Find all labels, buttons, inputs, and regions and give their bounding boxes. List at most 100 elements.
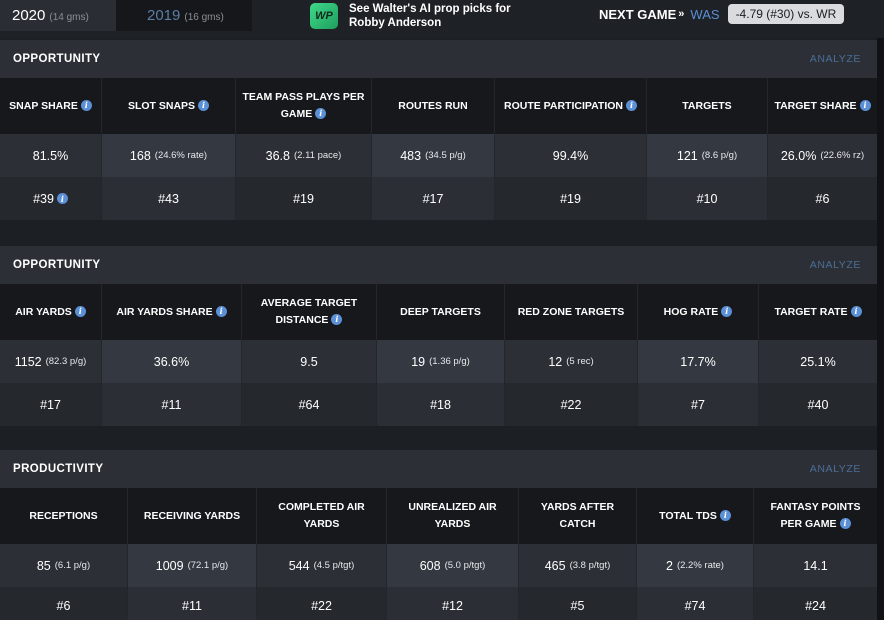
column-header: ROUTE PARTICIPATION i — [495, 78, 647, 134]
info-icon[interactable]: i — [719, 509, 731, 521]
stat-rank: #22 — [257, 587, 387, 620]
stat-rank-text: #6 — [56, 598, 71, 613]
season-tab-2020[interactable]: 2020 (14 gms) — [0, 0, 116, 31]
season-year: 2019 — [147, 7, 181, 24]
stat-subvalue: (2.11 pace) — [293, 150, 342, 161]
season-tab-2019[interactable]: 2019 (16 gms) — [116, 0, 252, 31]
value-row: 1152 (82.3 p/g) 36.6% 9.5 19 (1.36 p/g) 12 (5 r… — [0, 340, 877, 383]
stat-value-text: 25.1% — [800, 354, 836, 369]
column-label-text: TARGET SHARE — [774, 99, 857, 112]
stat-subvalue: (22.6% rz) — [820, 150, 865, 161]
stat-rank: #17 — [372, 177, 495, 220]
rank-row: #39 i #43 #19 #17 #19 #10 #6 — [0, 177, 877, 220]
info-icon[interactable]: i — [721, 305, 733, 317]
stat-rank-text: #24 — [805, 598, 826, 613]
stat-rank: #74 — [637, 587, 754, 620]
section-title: PRODUCTIVITY — [13, 463, 104, 475]
season-tabs: 2020 (14 gms) 2019 (16 gms) — [0, 0, 252, 31]
stat-value-text: 1009 — [155, 558, 184, 573]
column-header: RED ZONE TARGETS — [505, 284, 638, 340]
column-header: RECEIVING YARDS — [128, 488, 257, 544]
stat-value-text: 36.8 — [265, 148, 290, 163]
stat-rank: #7 — [638, 383, 759, 426]
column-label: DEEP TARGETS — [400, 304, 481, 321]
column-header: DEEP TARGETS — [377, 284, 505, 340]
stat-rank: #19 — [495, 177, 647, 220]
info-icon[interactable]: i — [850, 305, 862, 317]
prop-picks-promo[interactable]: WP See Walter's AI prop picks for Robby … — [310, 1, 529, 31]
stat-value: 12 (5 rec) — [505, 340, 638, 383]
info-icon[interactable]: i — [56, 193, 68, 204]
stat-value-text: 12 — [548, 354, 563, 369]
column-label: RECEPTIONS — [29, 508, 97, 525]
next-game-label: NEXT GAME — [599, 6, 677, 22]
stat-subvalue: (6.1 p/g) — [54, 560, 91, 571]
stat-rank-text: #18 — [430, 397, 451, 412]
stat-rank-text: #64 — [298, 397, 320, 412]
column-label: AIR YARDS i — [15, 304, 86, 321]
stat-value-text: 168 — [129, 148, 151, 163]
info-icon[interactable]: i — [859, 99, 871, 111]
analyze-button[interactable]: ANALYZE — [810, 463, 861, 475]
column-label-text: YARDS AFTER CATCH — [540, 501, 615, 530]
info-icon[interactable]: i — [215, 305, 227, 317]
stat-rank: #6 — [0, 587, 128, 620]
analyze-button[interactable]: ANALYZE — [810, 259, 861, 271]
column-label: ROUTE PARTICIPATION i — [504, 98, 637, 115]
stat-rank: #40 — [759, 383, 877, 426]
info-icon[interactable]: i — [331, 314, 343, 325]
column-header: AVERAGE TARGET DISTANCE i — [242, 284, 377, 340]
column-header: TEAM PASS PLAYS PER GAME i — [236, 78, 372, 134]
column-label-text: TARGET RATE — [774, 305, 848, 318]
info-icon[interactable]: i — [198, 99, 210, 111]
stat-rank: #64 — [242, 383, 377, 426]
column-header-row: SNAP SHARE i SLOT SNAPS i TEAM PASS PLAYS PE… — [0, 78, 877, 134]
column-label-text: RECEIVING YARDS — [143, 509, 241, 522]
stat-subvalue: (4.5 p/tgt) — [313, 560, 355, 571]
stat-value-text: 17.7% — [680, 354, 716, 369]
column-header: TOTAL TDS i — [637, 488, 754, 544]
stat-subvalue: (1.36 p/g) — [429, 356, 470, 367]
stat-rank: #17 — [0, 383, 102, 426]
stat-value: 9.5 — [242, 340, 377, 383]
column-label: RED ZONE TARGETS — [518, 304, 625, 321]
analyze-button[interactable]: ANALYZE — [810, 53, 861, 65]
stat-value: 81.5% — [0, 134, 102, 177]
next-game-team-link[interactable]: WAS — [690, 7, 719, 22]
column-header: FANTASY POINTS PER GAME i — [754, 488, 877, 544]
stat-subvalue: (82.3 p/g) — [45, 356, 87, 367]
stat-rank-text: #22 — [311, 598, 332, 613]
column-label: AIR YARDS SHARE i — [116, 304, 227, 321]
rank-row: #6 #11 #22 #12 #5 #74 #24 — [0, 587, 877, 620]
column-label-text: ROUTES RUN — [398, 99, 468, 112]
stat-rank-text: #17 — [422, 191, 444, 206]
stat-rank-text: #6 — [815, 191, 830, 206]
stat-rank: #10 — [647, 177, 768, 220]
stat-rank: #39 i — [0, 177, 102, 220]
stat-value: 17.7% — [638, 340, 759, 383]
page-edge — [877, 38, 884, 620]
matchup-badge: -4.79 (#30) vs. WR — [727, 4, 845, 24]
stat-rank-text: #10 — [696, 191, 718, 206]
stat-rank-text: #74 — [684, 598, 706, 613]
column-label-text: TARGETS — [682, 99, 732, 112]
stat-rank-text: #22 — [560, 397, 582, 412]
stat-rank-text: #5 — [570, 598, 585, 613]
column-label-text: SLOT SNAPS — [127, 99, 196, 112]
column-header: COMPLETED AIR YARDS — [257, 488, 387, 544]
stat-value-text: 36.6% — [153, 354, 190, 369]
column-header: TARGET RATE i — [759, 284, 877, 340]
info-icon[interactable]: i — [626, 99, 637, 111]
stats-section-3: PRODUCTIVITY ANALYZE RECEPTIONS RECEIVING Y… — [0, 450, 877, 620]
info-icon[interactable]: i — [315, 108, 327, 119]
info-icon[interactable]: i — [74, 305, 86, 317]
info-icon[interactable]: i — [839, 518, 851, 529]
column-header: UNREALIZED AIR YARDS — [387, 488, 519, 544]
column-label-text: RECEPTIONS — [29, 509, 98, 522]
column-header-row: AIR YARDS i AIR YARDS SHARE i AVERAGE TARGET… — [0, 284, 877, 340]
stat-value: 99.4% — [495, 134, 647, 177]
stat-rank: #11 — [102, 383, 242, 426]
stat-subvalue: (2.2% rate) — [676, 560, 724, 571]
info-icon[interactable]: i — [80, 99, 92, 111]
stat-value: 544 (4.5 p/tgt) — [257, 544, 387, 587]
